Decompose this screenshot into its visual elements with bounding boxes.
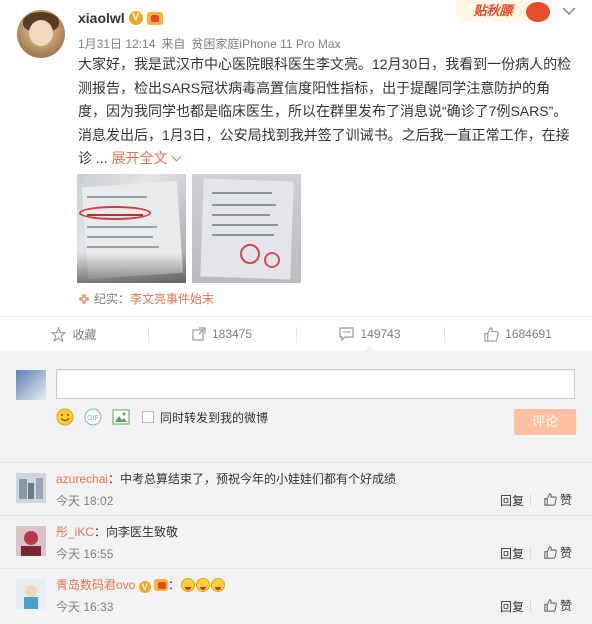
author-avatar[interactable] xyxy=(17,10,65,58)
flower-icon xyxy=(79,293,89,304)
comment-like-button[interactable]: 赞 xyxy=(544,544,572,561)
divider xyxy=(530,600,531,612)
post-line: 度，因为我同学也都是临床医生，所以在群里发布了消息说“确诊了7例SARS”。 xyxy=(78,103,568,119)
post-action-bar: 收藏 183475 149743 1684691 xyxy=(0,316,592,352)
promo-card-label: 贴秋膘 xyxy=(456,0,530,22)
like-label: 赞 xyxy=(560,546,573,560)
star-icon xyxy=(51,326,67,342)
commenter-name[interactable]: 彤_iKC xyxy=(56,525,94,539)
post-image-report[interactable] xyxy=(77,174,186,283)
post-menu-chevron-icon[interactable] xyxy=(562,6,576,16)
gif-icon[interactable]: GIF xyxy=(84,408,102,426)
post-device[interactable]: 贫困家庭iPhone 11 Pro Max xyxy=(191,37,340,51)
post-source-prefix: 来自 xyxy=(161,37,186,51)
favorite-label: 收藏 xyxy=(72,327,97,342)
source-prefix: 纪实： xyxy=(94,292,131,306)
reply-button[interactable]: 回复 xyxy=(500,545,524,562)
thumbs-up-icon xyxy=(484,326,499,342)
svg-text:GIF: GIF xyxy=(87,415,99,422)
comment-input[interactable] xyxy=(56,369,575,399)
commenter-name[interactable]: 青岛数码君ovo xyxy=(56,578,135,592)
author-name-row: xiaolwl V xyxy=(78,10,163,26)
crying-emoji-icon xyxy=(181,578,196,592)
comment-item: 青岛数码君ovo V ： 今天 16:33 回复 赞 xyxy=(0,568,592,620)
post-time[interactable]: 1月31日 12:14 xyxy=(78,37,155,51)
comment-text: ：中考总算结束了，预祝今年的小娃娃们都有个好成绩 xyxy=(108,472,397,486)
crying-emoji-icon xyxy=(196,578,211,592)
thumbs-up-icon xyxy=(544,493,557,506)
comment-time: 今天 18:02 xyxy=(56,494,114,508)
comment-button[interactable]: 149743 xyxy=(296,317,444,352)
like-label: 赞 xyxy=(560,493,573,507)
comment-content: azurechai：中考总算结束了，预祝今年的小娃娃们都有个好成绩 xyxy=(56,470,396,487)
member-level-icon[interactable] xyxy=(154,579,169,591)
post-line: 诊 ... xyxy=(78,150,108,166)
promo-card[interactable]: 贴秋膘 xyxy=(456,0,556,24)
forward-label: 同时转发到我的微博 xyxy=(160,410,269,425)
comment-content: 青岛数码君ovo V ： xyxy=(56,576,226,593)
like-count: 1684691 xyxy=(505,327,552,341)
member-level-icon[interactable] xyxy=(146,11,163,25)
reply-button[interactable]: 回复 xyxy=(500,598,524,615)
like-label: 赞 xyxy=(560,599,573,613)
reply-button[interactable]: 回复 xyxy=(500,492,524,509)
post-line: 大家好，我是武汉市中心医院眼科医生李文亮。12月30日，我看到一份病人的检 xyxy=(78,56,572,72)
post-line-last: 诊 ... 展开全文 xyxy=(78,147,578,171)
thumbs-up-icon xyxy=(544,546,557,559)
post-image-document[interactable] xyxy=(192,174,301,283)
share-icon xyxy=(192,327,206,341)
composer-tools: GIF 同时转发到我的微博 xyxy=(56,408,268,426)
crying-emoji-icon xyxy=(211,578,226,592)
verified-v-icon: V xyxy=(128,11,143,25)
post-images xyxy=(77,174,301,283)
commenter-avatar[interactable] xyxy=(16,579,46,609)
comment-item: 彤_iKC：向李医生致敬 今天 16:55 回复 赞 xyxy=(0,515,592,567)
thumbs-up-icon xyxy=(544,599,557,612)
comment-like-button[interactable]: 赞 xyxy=(544,597,572,614)
emoji-icon[interactable] xyxy=(56,408,74,426)
post-meta: 1月31日 12:14 来自 贫困家庭iPhone 11 Pro Max xyxy=(78,35,347,52)
submit-comment-button[interactable]: 评论 xyxy=(514,409,576,435)
divider xyxy=(530,494,531,506)
comment-content: 彤_iKC：向李医生致敬 xyxy=(56,523,178,540)
chevron-down-icon xyxy=(172,151,182,162)
comment-item: azurechai：中考总算结束了，预祝今年的小娃娃们都有个好成绩 今天 18:… xyxy=(0,462,592,514)
expand-full-text-link[interactable]: 展开全文 xyxy=(111,150,182,166)
comment-icon xyxy=(339,327,355,341)
divider xyxy=(530,547,531,559)
comment-time: 今天 16:55 xyxy=(56,547,114,561)
repost-button[interactable]: 183475 xyxy=(148,317,296,351)
comment-section: GIF 同时转发到我的微博 评论 azurechai：中考总算结束了，预祝今年的… xyxy=(0,352,592,624)
author-name[interactable]: xiaolwl xyxy=(78,10,125,26)
commenter-avatar[interactable] xyxy=(16,526,46,556)
red-packet-icon xyxy=(526,2,550,22)
commenter-avatar[interactable] xyxy=(16,473,46,503)
comment-count: 149743 xyxy=(360,327,401,341)
forward-checkbox[interactable] xyxy=(142,411,154,423)
comment-text: ：向李医生致敬 xyxy=(94,525,179,539)
comment-like-button[interactable]: 赞 xyxy=(544,491,572,508)
commenter-name[interactable]: azurechai xyxy=(56,472,108,486)
repost-count: 183475 xyxy=(211,327,253,341)
like-button[interactable]: 1684691 xyxy=(444,317,592,351)
post-line: 测报告，检出SARS冠状病毒高置信度阳性指标，出于提醒同学注意防护的角 xyxy=(78,79,551,96)
current-user-avatar xyxy=(16,370,46,400)
source-topic-link[interactable]: 李文亮事件始末 xyxy=(130,290,214,307)
image-icon[interactable] xyxy=(112,408,130,426)
post-line: 消息发出后，1月3日，公安局找到我并签了训诫书。之后我一直正常工作，在接 xyxy=(78,126,570,143)
comment-text: ： xyxy=(168,578,181,592)
weibo-post: xiaolwl V 1月31日 12:14 来自 贫困家庭iPhone 11 Pro… xyxy=(0,0,592,316)
expand-label: 展开全文 xyxy=(111,150,168,166)
post-topic-source: 纪实： 李文亮事件始末 xyxy=(78,290,214,307)
favorite-button[interactable]: 收藏 xyxy=(0,317,148,351)
comment-time: 今天 16:33 xyxy=(56,600,114,614)
verified-v-icon: V xyxy=(138,581,151,593)
post-body: 大家好，我是武汉市中心医院眼科医生李文亮。12月30日，我看到一份病人的检 测报… xyxy=(78,53,578,171)
